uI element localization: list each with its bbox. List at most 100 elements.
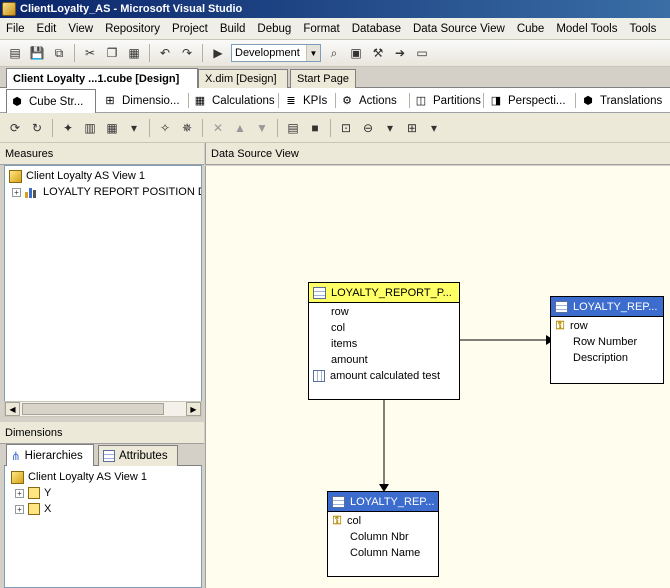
find-icon[interactable]: ⌕ bbox=[325, 44, 343, 62]
measure-group-label: LOYALTY REPORT POSITION DA bbox=[43, 186, 202, 198]
scroll-right-icon[interactable]: ▶ bbox=[186, 402, 201, 416]
dsv-title: Data Source View bbox=[211, 147, 299, 160]
menu-view[interactable]: View bbox=[62, 23, 99, 35]
dimensions-root[interactable]: Client Loyalty AS View 1 bbox=[11, 469, 147, 485]
menu-repository[interactable]: Repository bbox=[99, 23, 166, 35]
move-down-icon[interactable]: ▼ bbox=[253, 119, 271, 137]
dimension-table-row[interactable]: LOYALTY_REP... ⚿ row Row Number Descript… bbox=[550, 296, 664, 384]
dropdown-icon[interactable]: ▾ bbox=[125, 119, 143, 137]
dimension-x[interactable]: + X bbox=[15, 501, 51, 517]
tab-translations[interactable]: ⬢ Translations bbox=[578, 90, 668, 111]
tab-kpis[interactable]: ≣ KPIs bbox=[281, 90, 335, 111]
tab-separator bbox=[188, 93, 189, 108]
menu-tools[interactable]: Tools bbox=[623, 23, 662, 35]
tab-perspectives[interactable]: ◨ Perspecti... bbox=[486, 90, 572, 111]
menu-format[interactable]: Format bbox=[297, 23, 345, 35]
menu-cube[interactable]: Cube bbox=[511, 23, 551, 35]
table-header[interactable]: LOYALTY_REPORT_P... bbox=[309, 283, 459, 303]
dropdown-icon[interactable]: ▾ bbox=[381, 119, 399, 137]
start-icon[interactable]: ▶ bbox=[209, 44, 227, 62]
menu-project[interactable]: Project bbox=[166, 23, 214, 35]
menu-debug[interactable]: Debug bbox=[251, 23, 297, 35]
tab-dimension-usage[interactable]: ⊞ Dimensio... bbox=[100, 90, 186, 111]
tab-hierarchies[interactable]: ⋔ Hierarchies bbox=[6, 444, 94, 466]
paste-icon[interactable]: ▦ bbox=[125, 44, 143, 62]
column-column-name[interactable]: Column Name bbox=[328, 545, 420, 561]
cut-icon[interactable]: ✂ bbox=[81, 44, 99, 62]
zoom-icon[interactable]: ⊡ bbox=[337, 119, 355, 137]
tab-attributes[interactable]: Attributes bbox=[98, 445, 178, 466]
delete-icon[interactable]: ✕ bbox=[209, 119, 227, 137]
expand-icon[interactable]: + bbox=[15, 488, 24, 498]
column-column-nbr[interactable]: Column Nbr bbox=[328, 529, 409, 545]
properties-icon[interactable]: ▣ bbox=[347, 44, 365, 62]
add-item-icon[interactable]: ▤ bbox=[6, 44, 24, 62]
menu-edit[interactable]: Edit bbox=[31, 23, 63, 35]
table-header[interactable]: LOYALTY_REP... bbox=[328, 492, 438, 512]
tab-x-dim-design[interactable]: X.dim [Design] bbox=[198, 69, 288, 88]
refresh-icon[interactable]: ↻ bbox=[28, 119, 46, 137]
tab-start-page[interactable]: Start Page bbox=[290, 69, 356, 88]
column-col[interactable]: col bbox=[309, 320, 345, 336]
table-header[interactable]: LOYALTY_REP... bbox=[551, 297, 663, 317]
cube-icon: ⬢ bbox=[12, 96, 22, 108]
chevron-down-icon[interactable]: ▼ bbox=[306, 45, 320, 61]
column-amount-calculated-test[interactable]: amount calculated test bbox=[309, 368, 440, 384]
add-cube-dimension-icon[interactable]: ✧ bbox=[156, 119, 174, 137]
save-all-icon[interactable]: ⧉ bbox=[50, 44, 68, 62]
window-icon[interactable]: ▭ bbox=[413, 44, 431, 62]
column-row-key[interactable]: ⚿ row bbox=[551, 318, 588, 334]
copy-icon[interactable]: ❐ bbox=[103, 44, 121, 62]
tab-calculations[interactable]: ▦ Calculations bbox=[190, 90, 276, 111]
calculator-icon: ▦ bbox=[194, 95, 206, 107]
attributes-icon bbox=[103, 450, 115, 462]
tools-icon[interactable]: ⚒ bbox=[369, 44, 387, 62]
dimension-table-col[interactable]: LOYALTY_REP... ⚿ col Column Nbr Column N… bbox=[327, 491, 439, 577]
measure-group[interactable]: + LOYALTY REPORT POSITION DA bbox=[12, 184, 202, 200]
move-up-icon[interactable]: ▲ bbox=[231, 119, 249, 137]
show-measures-grid-icon[interactable]: ▦ bbox=[103, 119, 121, 137]
arrange-tables-icon[interactable]: ⊞ bbox=[403, 119, 421, 137]
configuration-select[interactable]: Development ▼ bbox=[231, 44, 321, 62]
dimensions-tree: Client Loyalty AS View 1 + Y + X bbox=[4, 466, 202, 588]
tab-cube-design[interactable]: Client Loyalty ...1.cube [Design] bbox=[6, 68, 198, 88]
tab-partitions[interactable]: ◫ Partitions bbox=[411, 90, 481, 111]
redo-icon[interactable]: ↷ bbox=[178, 44, 196, 62]
expand-icon[interactable]: + bbox=[12, 187, 21, 197]
new-linked-object-icon[interactable]: ✵ bbox=[178, 119, 196, 137]
new-measure-group-icon[interactable]: ▥ bbox=[81, 119, 99, 137]
column-row-number[interactable]: Row Number bbox=[551, 334, 637, 350]
column-amount[interactable]: amount bbox=[309, 352, 368, 368]
menu-database[interactable]: Database bbox=[346, 23, 407, 35]
data-source-view-diagram[interactable]: LOYALTY_REPORT_P... row col items amount… bbox=[205, 166, 670, 588]
undo-icon[interactable]: ↶ bbox=[156, 44, 174, 62]
menu-build[interactable]: Build bbox=[214, 23, 252, 35]
column-col-key[interactable]: ⚿ col bbox=[328, 513, 361, 529]
scroll-left-icon[interactable]: ◀ bbox=[5, 402, 20, 416]
column-row[interactable]: row bbox=[309, 304, 349, 320]
column-items[interactable]: items bbox=[309, 336, 357, 352]
menu-file[interactable]: File bbox=[0, 23, 31, 35]
object-browser-icon[interactable]: ➔ bbox=[391, 44, 409, 62]
tab-label: Attributes bbox=[119, 450, 168, 462]
measures-horizontal-scrollbar[interactable]: ◀ ▶ bbox=[4, 401, 202, 417]
zoom-out-icon[interactable]: ⊖ bbox=[359, 119, 377, 137]
column-description[interactable]: Description bbox=[551, 350, 628, 366]
tab-actions[interactable]: ⚙ Actions bbox=[337, 90, 403, 111]
measures-root[interactable]: Client Loyalty AS View 1 bbox=[9, 168, 145, 184]
tab-separator bbox=[409, 93, 410, 108]
menu-model-tools[interactable]: Model Tools bbox=[550, 23, 623, 35]
dimension-y[interactable]: + Y bbox=[15, 485, 51, 501]
hide-table-icon[interactable]: ■ bbox=[306, 119, 324, 137]
dropdown-icon[interactable]: ▾ bbox=[425, 119, 443, 137]
menu-data-source-view[interactable]: Data Source View bbox=[407, 23, 511, 35]
show-table-icon[interactable]: ▤ bbox=[284, 119, 302, 137]
expand-icon[interactable]: + bbox=[15, 504, 24, 514]
scrollbar-thumb[interactable] bbox=[22, 403, 164, 415]
save-icon[interactable]: 💾 bbox=[28, 44, 46, 62]
toolbar-separator bbox=[149, 44, 150, 62]
process-icon[interactable]: ⟳ bbox=[6, 119, 24, 137]
new-measure-icon[interactable]: ✦ bbox=[59, 119, 77, 137]
fact-table-loyalty-report[interactable]: LOYALTY_REPORT_P... row col items amount… bbox=[308, 282, 460, 400]
tab-cube-structure[interactable]: ⬢ Cube Str... bbox=[6, 89, 96, 113]
